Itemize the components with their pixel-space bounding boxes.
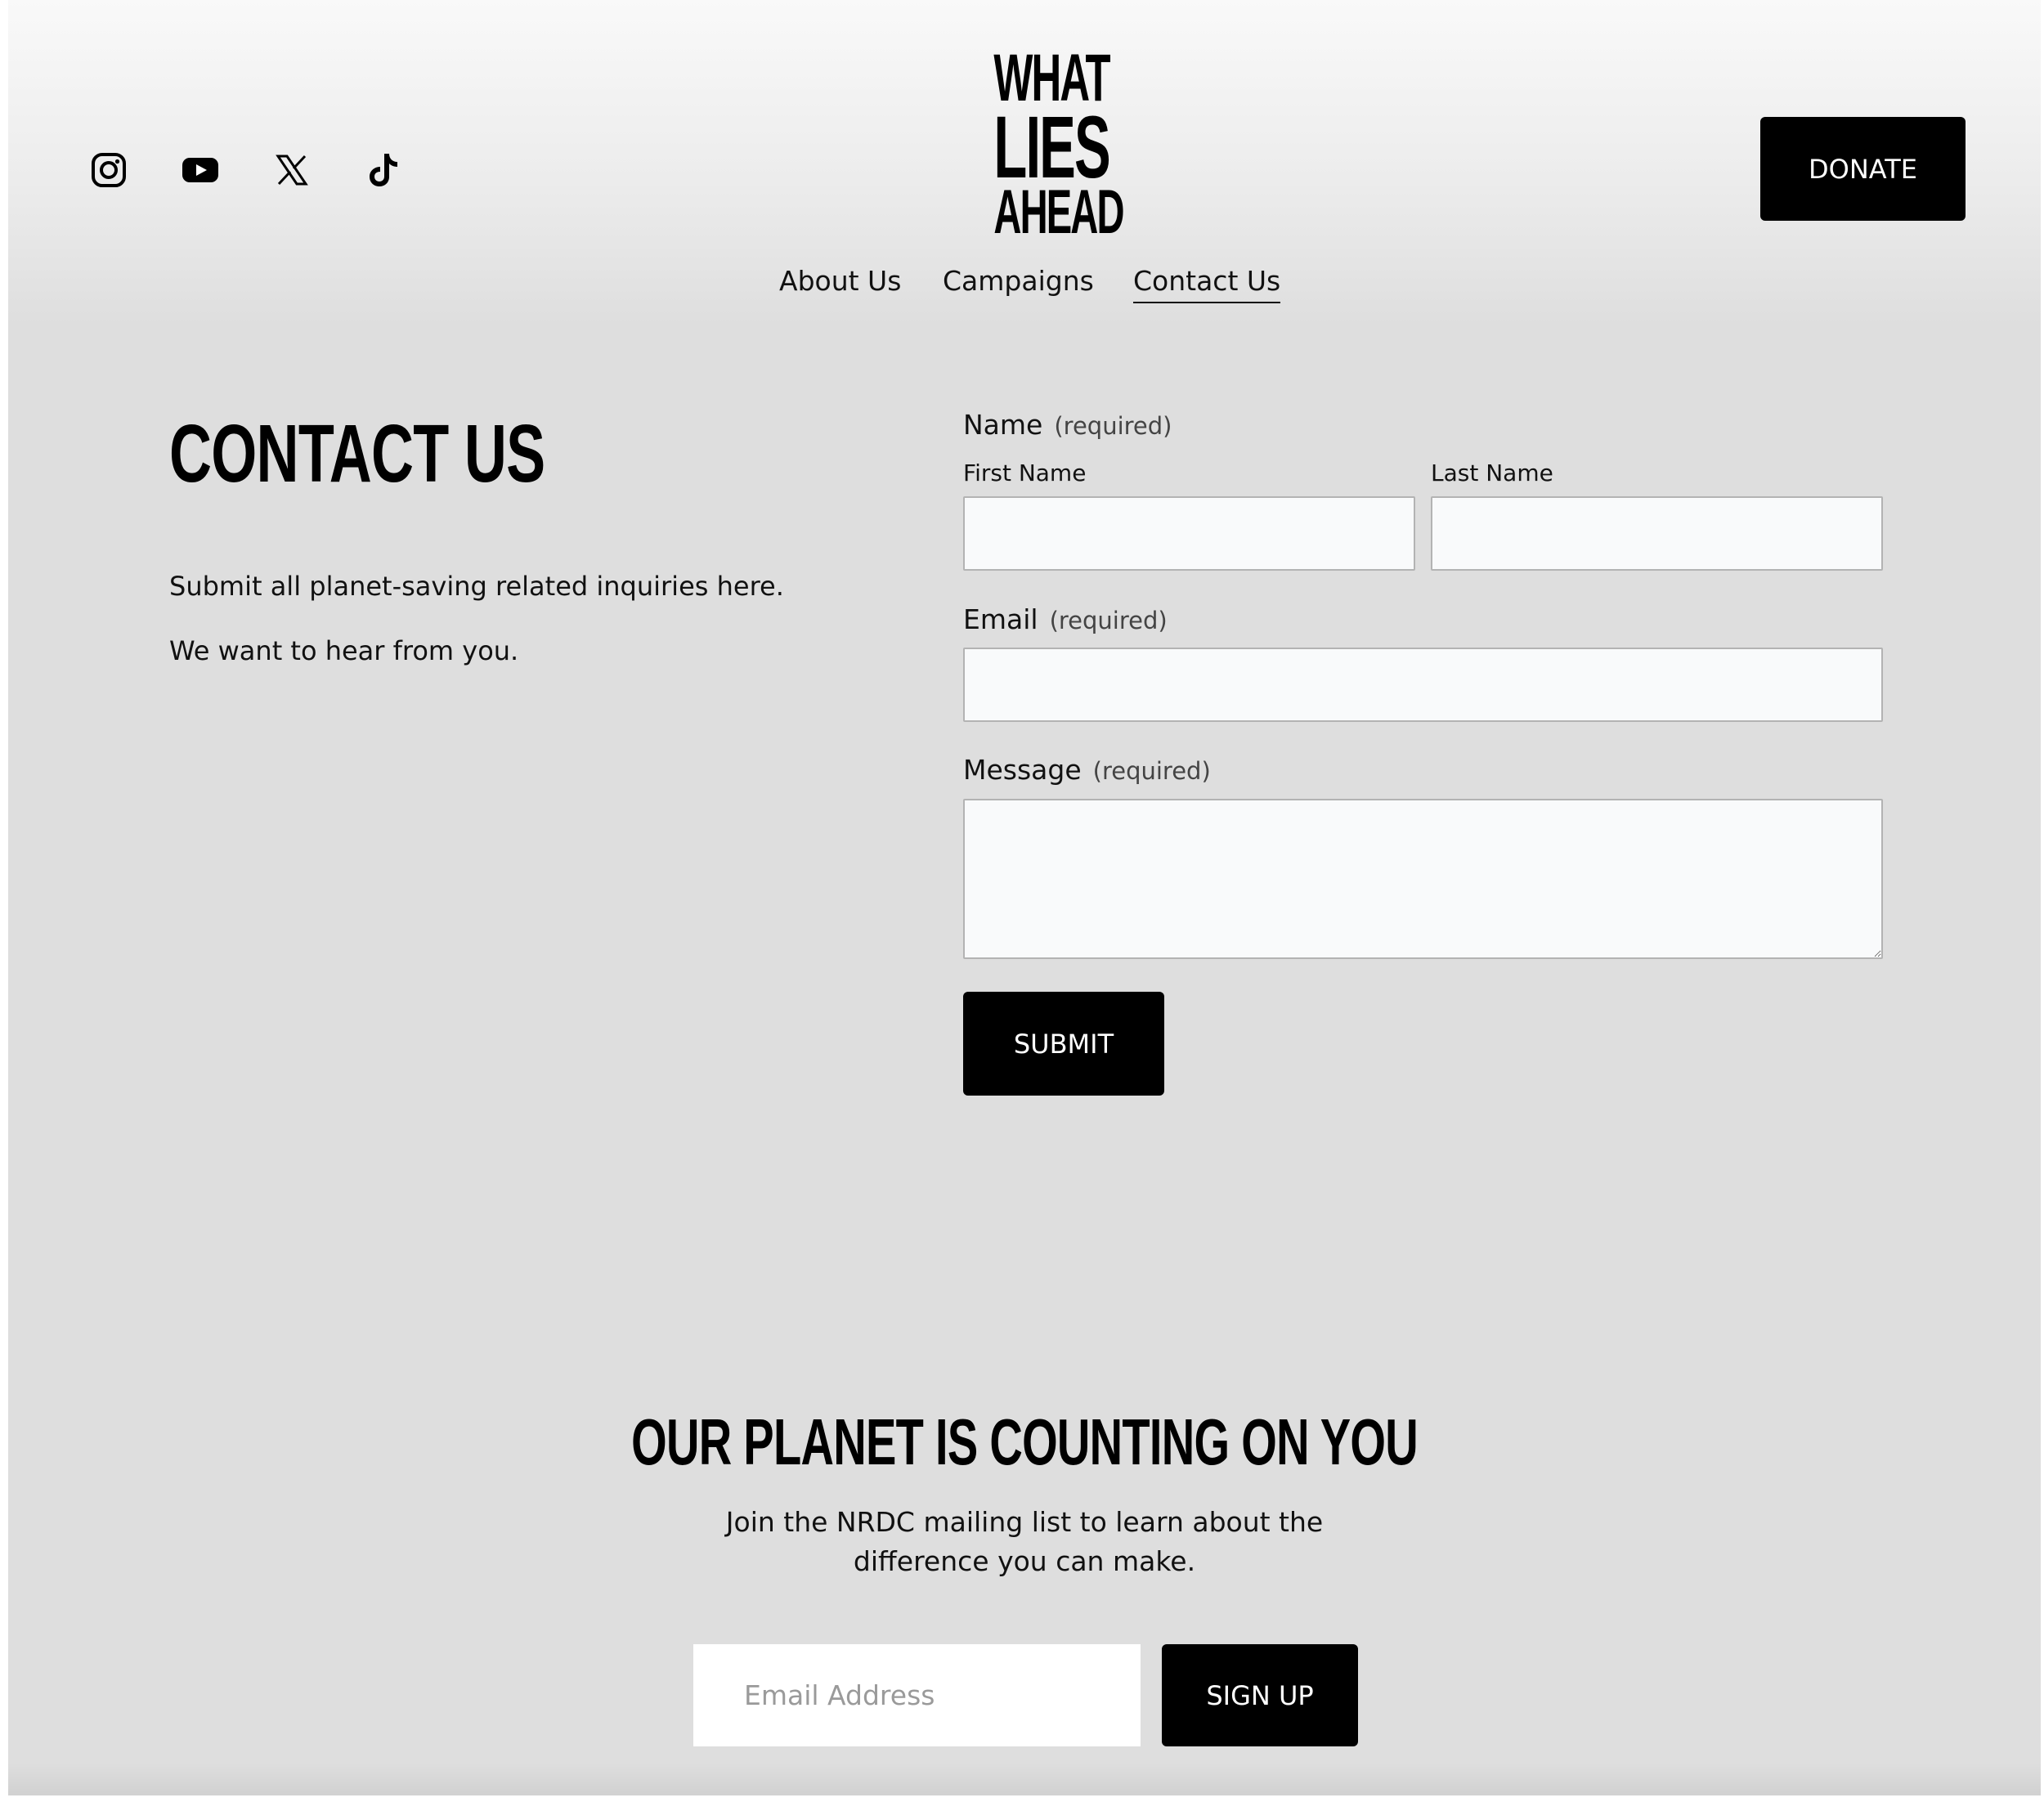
message-required: (required) xyxy=(1092,757,1211,785)
newsletter-subtitle-line-2: difference you can make. xyxy=(853,1545,1196,1577)
logo-line-2: LIES xyxy=(993,97,1110,197)
newsletter-subtitle: Join the NRDC mailing list to learn abou… xyxy=(8,1503,2041,1581)
instagram-icon[interactable] xyxy=(86,147,132,193)
tiktok-icon[interactable] xyxy=(361,147,406,193)
newsletter-title: OUR PLANET IS COUNTING ON YOU xyxy=(8,1405,2041,1480)
newsletter-title-text: OUR PLANET IS COUNTING ON YOU xyxy=(631,1405,1419,1478)
newsletter-email-input[interactable] xyxy=(693,1644,1141,1746)
first-name-field[interactable] xyxy=(963,496,1415,571)
bottom-shadow xyxy=(8,1763,2041,1795)
message-label-text: Message xyxy=(963,754,1082,786)
nav-contact-us[interactable]: Contact Us xyxy=(1133,265,1281,303)
logo-line-3: AHEAD xyxy=(993,177,1124,248)
page-title: CONTACT US xyxy=(169,408,545,500)
x-icon[interactable] xyxy=(269,147,315,193)
email-required: (required) xyxy=(1049,607,1168,634)
newsletter-subtitle-line-1: Join the NRDC mailing list to learn abou… xyxy=(725,1506,1324,1538)
nav-about-us[interactable]: About Us xyxy=(779,265,901,297)
first-name-label: First Name xyxy=(963,459,1087,486)
message-label: Message (required) xyxy=(963,754,1211,786)
site-header: WHAT LIES AHEAD DONATE About Us Campaign… xyxy=(8,0,2041,327)
last-name-field[interactable] xyxy=(1431,496,1883,571)
main-nav: About Us Campaigns Contact Us xyxy=(8,265,2041,306)
name-label: Name (required) xyxy=(963,409,1172,441)
email-label: Email (required) xyxy=(963,603,1168,635)
name-required: (required) xyxy=(1054,412,1172,440)
page: WHAT LIES AHEAD DONATE About Us Campaign… xyxy=(8,0,2041,1795)
intro-text-1: Submit all planet-saving related inquiri… xyxy=(169,571,784,602)
name-label-text: Name xyxy=(963,409,1043,441)
nav-campaigns[interactable]: Campaigns xyxy=(943,265,1094,297)
email-label-text: Email xyxy=(963,603,1038,635)
submit-button[interactable]: SUBMIT xyxy=(963,992,1164,1096)
sign-up-button[interactable]: SIGN UP xyxy=(1162,1644,1358,1746)
site-logo[interactable]: WHAT LIES AHEAD xyxy=(969,44,1124,248)
message-field[interactable] xyxy=(963,799,1883,959)
email-field[interactable] xyxy=(963,648,1883,722)
intro-text-2: We want to hear from you. xyxy=(169,635,519,666)
youtube-icon[interactable] xyxy=(177,147,223,193)
last-name-label: Last Name xyxy=(1431,459,1553,486)
donate-button[interactable]: DONATE xyxy=(1760,117,1966,221)
